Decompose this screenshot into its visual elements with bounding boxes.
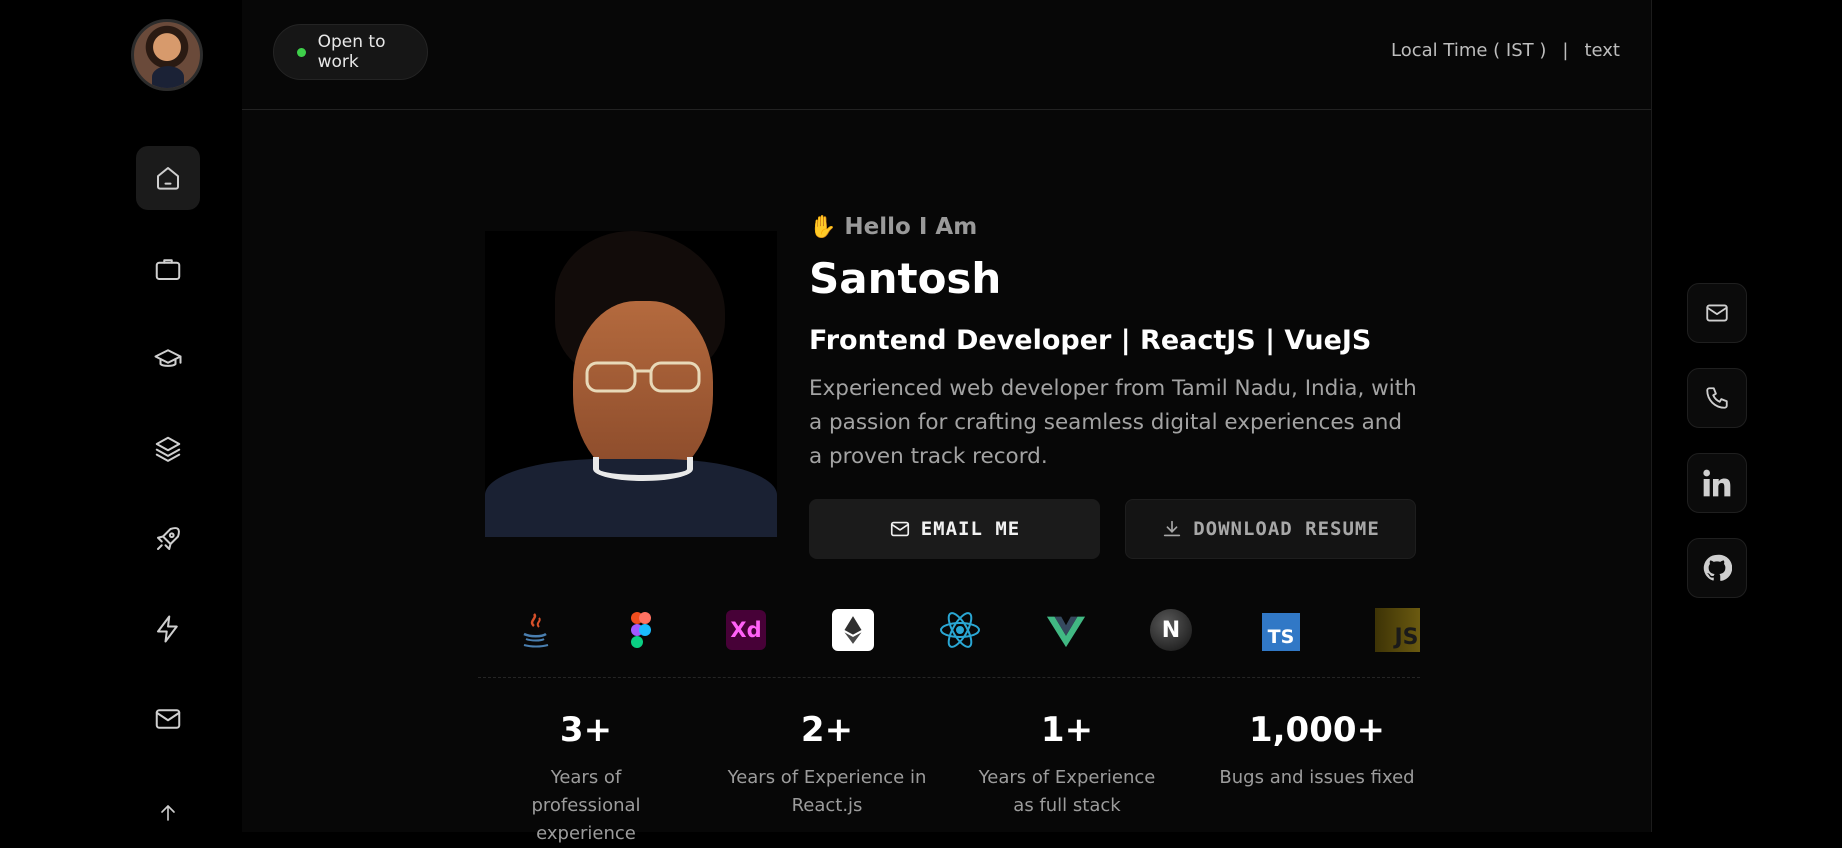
linkedin-icon: [1703, 469, 1731, 497]
local-time-separator: |: [1562, 40, 1569, 61]
javascript-icon: JS: [1375, 608, 1420, 652]
stat-item: 3+ Years of professional experience: [476, 710, 696, 848]
nav-work[interactable]: [136, 237, 200, 301]
stat-item: 1,000+ Bugs and issues fixed: [1197, 710, 1437, 792]
profile-photo: [485, 231, 777, 537]
mail-icon: [1706, 304, 1728, 322]
arrow-up-icon: [161, 805, 175, 821]
social-linkedin-button[interactable]: [1687, 453, 1747, 513]
status-dot-icon: [297, 47, 306, 57]
local-time-value: text: [1584, 40, 1620, 61]
social-email-button[interactable]: [1687, 283, 1747, 343]
hero-bio: Experienced web developer from Tamil Nad…: [809, 376, 1417, 469]
nav-scroll-top[interactable]: [136, 800, 200, 832]
greeting: ✋ Hello I Am: [809, 214, 977, 240]
top-bar: Open to work Local Time ( IST ) | text: [242, 0, 1651, 110]
avatar[interactable]: [131, 19, 203, 91]
sidebar: [0, 0, 243, 832]
nav-projects[interactable]: [136, 417, 200, 481]
typescript-icon: TS: [1262, 613, 1300, 651]
main-content: Open to work Local Time ( IST ) | text ✋…: [242, 0, 1652, 844]
stat-item: 1+ Years of Experience as full stack: [957, 710, 1177, 820]
rocket-icon: [157, 527, 180, 550]
java-icon: [514, 608, 558, 652]
stat-value: 1,000+: [1248, 710, 1386, 750]
nav-skills[interactable]: [136, 597, 200, 661]
hero-name: Santosh: [809, 254, 1002, 303]
stat-label: Years of professional experience: [531, 767, 641, 844]
download-icon: [1164, 520, 1181, 537]
phone-icon: [1706, 387, 1728, 409]
mail-icon: [155, 709, 181, 729]
hero-role: Frontend Developer | ReactJS | VueJS: [809, 325, 1372, 356]
vue-icon: [1044, 608, 1088, 652]
figma-icon: [619, 608, 663, 652]
github-icon: [1703, 554, 1732, 581]
stat-label: Years of Experience as full stack: [978, 767, 1156, 816]
greeting-text: Hello I Am: [844, 214, 978, 240]
email-me-label: EMAIL ME: [920, 518, 1021, 540]
section-divider: [478, 677, 1420, 678]
adobe-xd-icon: Xd: [726, 610, 766, 650]
local-time: Local Time ( IST ) | text: [1391, 40, 1620, 61]
ethereum-icon: [832, 609, 874, 651]
social-phone-button[interactable]: [1687, 368, 1747, 428]
status-badge[interactable]: Open to work: [273, 24, 428, 80]
nav-home[interactable]: [136, 146, 200, 210]
nextjs-icon: N: [1150, 609, 1192, 651]
stat-value: 1+: [1040, 710, 1094, 750]
stat-label: Bugs and issues fixed: [1219, 767, 1415, 788]
nav-launch[interactable]: [136, 507, 200, 571]
mail-icon: [890, 521, 909, 537]
nav-contact[interactable]: [136, 687, 200, 751]
react-icon: [938, 608, 982, 652]
download-resume-label: DOWNLOAD RESUME: [1193, 518, 1380, 540]
stat-value: 2+: [800, 710, 854, 750]
graduation-cap-icon: [154, 349, 182, 367]
social-github-button[interactable]: [1687, 538, 1747, 598]
email-me-button[interactable]: EMAIL ME: [809, 499, 1100, 559]
stat-label: Years of Experience in React.js: [727, 767, 927, 816]
wave-hand-icon: ✋: [809, 214, 837, 240]
local-time-label: Local Time ( IST ): [1391, 40, 1547, 61]
stat-value: 3+: [559, 710, 613, 750]
home-icon: [157, 167, 179, 190]
layers-icon: [155, 436, 181, 462]
lightning-icon: [157, 615, 178, 643]
download-resume-button[interactable]: DOWNLOAD RESUME: [1125, 499, 1416, 559]
status-label: Open to work: [317, 32, 386, 72]
briefcase-icon: [155, 259, 181, 280]
nav-education[interactable]: [136, 327, 200, 391]
stat-item: 2+ Years of Experience in React.js: [717, 710, 937, 820]
tech-stack: Xd N TS JS: [478, 600, 1420, 662]
